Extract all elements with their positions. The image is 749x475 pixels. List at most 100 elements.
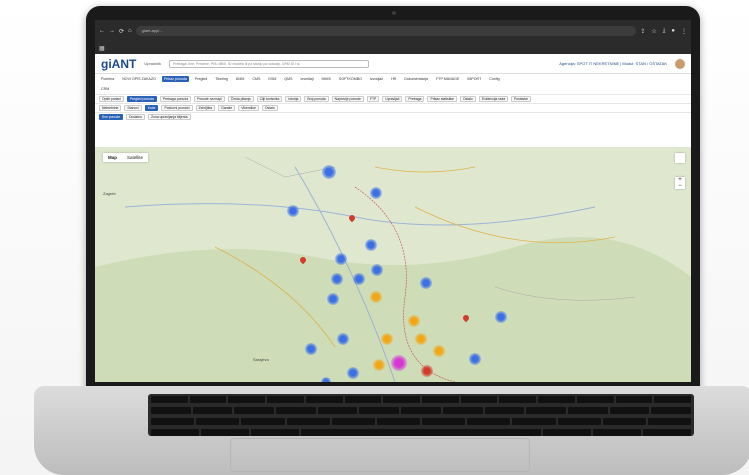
map-toggle-satellite[interactable]: Satellite [122, 153, 148, 162]
star-icon[interactable]: ☆ [651, 28, 656, 35]
profile-icon[interactable]: ● [671, 28, 675, 35]
sub-tab[interactable]: Ostalo [261, 105, 278, 111]
menu-item[interactable]: Izvodjač [368, 76, 385, 82]
cluster-marker[interactable] [408, 315, 420, 327]
sub-tab[interactable]: Postavke [511, 96, 531, 102]
search-input[interactable]: Pretraga: Ime, Prezime, PIB, MBS, ID mod… [169, 59, 369, 68]
sub-tab[interactable]: Pregled ponuda [126, 96, 157, 102]
map-toggle-map[interactable]: Map [103, 153, 122, 162]
sub-tab[interactable]: Broj ponuda [304, 96, 329, 102]
sub-tab[interactable]: Poslovni prostori [161, 105, 193, 111]
menu-item[interactable]: NOVI OPIS ZAKAZO [120, 76, 158, 82]
laptop-base [34, 386, 749, 475]
menu-item-crm[interactable]: CRM [99, 86, 111, 92]
browser-toolbar: ← → ⟳ ⌂ giant.app/... ⇪ ☆ ⤓ ● ⋮ [95, 20, 691, 42]
reload-icon[interactable]: ⟳ [119, 28, 124, 35]
cluster-marker[interactable] [495, 311, 507, 323]
sub-tab[interactable]: Dodatno [126, 114, 145, 120]
zoom-control[interactable]: + − [675, 177, 685, 189]
sub-tab[interactable]: Vikendice [238, 105, 259, 111]
sub-tab[interactable]: Zona upravljanja klijenta [147, 114, 191, 120]
menu-item[interactable]: HR [389, 76, 398, 82]
sub-tab[interactable]: Stanovi [124, 105, 142, 111]
zoom-out-button[interactable]: − [675, 183, 685, 189]
cluster-marker[interactable] [391, 355, 407, 371]
cluster-marker[interactable] [433, 345, 445, 357]
map-view[interactable]: Map Satellite + − Zagreb Sarajevo [95, 147, 691, 382]
share-icon[interactable]: ⇪ [640, 28, 645, 35]
cluster-marker[interactable] [331, 273, 343, 285]
sub-tab[interactable]: Ostalo [460, 96, 476, 102]
menu-item[interactable]: CMS [250, 76, 262, 82]
sub-tab[interactable]: Evidencija rada [478, 96, 508, 102]
cluster-marker[interactable] [353, 273, 365, 285]
cluster-marker[interactable] [370, 187, 382, 199]
sub-tab[interactable]: Opšti podaci [99, 96, 124, 102]
sub-tab[interactable]: Istorija [285, 96, 302, 102]
sub-tab[interactable]: Garaže [218, 105, 236, 111]
laptop-lid: ← → ⟳ ⌂ giant.app/... ⇪ ☆ ⤓ ● ⋮ ▦ giANT … [86, 6, 700, 394]
menu-item[interactable]: MMIS [320, 76, 333, 82]
sub-tabs-tertiary: Sve ponude Dodatno Zona upravljanja klijen… [95, 112, 691, 121]
menu-item[interactable]: FTP MANAGE [434, 76, 461, 82]
back-icon[interactable]: ← [99, 28, 105, 34]
sub-tab[interactable]: Kuće [144, 105, 159, 111]
menu-item[interactable]: Pregled [193, 76, 209, 82]
cluster-marker[interactable] [305, 343, 317, 355]
cluster-marker[interactable] [420, 277, 432, 289]
app-logo[interactable]: giANT [101, 57, 136, 71]
menu-item[interactable]: DMM [234, 76, 247, 82]
sub-tab[interactable]: Pretraga ponuda [159, 96, 192, 102]
menu-item[interactable]: Config [487, 76, 501, 82]
cluster-marker[interactable] [327, 293, 339, 305]
sub-tab[interactable]: Cilji korisnika [256, 96, 283, 102]
menu-item[interactable]: SOFTKOMBO [337, 76, 364, 82]
menu-kebab-icon[interactable]: ⋮ [681, 28, 687, 35]
sub-tab[interactable]: Česta pitanja [227, 96, 254, 102]
menu-item[interactable]: Tiketing [213, 76, 229, 82]
cluster-marker[interactable] [371, 264, 383, 276]
cluster-marker[interactable] [365, 239, 377, 251]
cluster-marker[interactable] [415, 333, 427, 345]
trackpad[interactable] [230, 438, 530, 472]
sub-tab[interactable]: Pretraga [405, 96, 425, 102]
cluster-marker[interactable] [287, 205, 299, 217]
cluster-marker[interactable] [337, 333, 349, 345]
sub-tab[interactable]: Nekretnine [99, 105, 122, 111]
map-type-toggle[interactable]: Map Satellite [103, 153, 149, 162]
sub-tab[interactable]: Najnovije ponude [331, 96, 364, 102]
menu-item[interactable]: Početna [99, 76, 116, 82]
menu-item[interactable]: IMPORT [465, 76, 483, 82]
menu-item[interactable]: Dokumentacija [402, 76, 430, 82]
sub-tab[interactable]: Ponude na mapi [194, 96, 225, 102]
sub-tab[interactable]: Upravljač [382, 96, 403, 102]
menu-item[interactable]: Izveštaji [299, 76, 316, 82]
menu-item[interactable]: DSM [266, 76, 278, 82]
download-icon[interactable]: ⤓ [663, 28, 666, 35]
sub-tab[interactable]: Prikaz statistike [427, 96, 457, 102]
url-bar[interactable]: giant.app/... [135, 26, 637, 36]
menu-item[interactable]: Prikaz ponuda [161, 76, 189, 82]
apps-grid-icon[interactable]: ▦ [99, 45, 105, 52]
menu-item[interactable]: QMS [282, 76, 294, 82]
sub-tab[interactable]: FTP [366, 96, 380, 102]
cluster-marker[interactable] [347, 367, 359, 379]
home-icon[interactable]: ⌂ [128, 28, 132, 34]
sub-tab[interactable]: Zemljišta [195, 105, 216, 111]
avatar[interactable] [675, 58, 685, 69]
cluster-marker[interactable] [322, 165, 336, 179]
sub-tabs-secondary: Nekretnine Stanovi Kuće Poslovni prostori Ze… [95, 103, 691, 112]
cluster-marker[interactable] [373, 359, 385, 371]
keyboard [148, 394, 694, 436]
agency-info: Agencija: SPOT IT NEKRETNINE | Modul: ST… [559, 61, 667, 66]
cluster-marker[interactable] [421, 365, 433, 377]
cluster-marker[interactable] [469, 353, 481, 365]
forward-icon[interactable]: → [109, 28, 115, 34]
user-name[interactable]: Uprawnik [144, 61, 161, 66]
cluster-marker[interactable] [381, 333, 393, 345]
cluster-marker[interactable] [370, 291, 382, 303]
cluster-marker[interactable] [321, 377, 331, 382]
sub-tab[interactable]: Sve ponude [99, 114, 124, 120]
fullscreen-icon[interactable] [675, 153, 685, 163]
cluster-marker[interactable] [335, 253, 347, 265]
